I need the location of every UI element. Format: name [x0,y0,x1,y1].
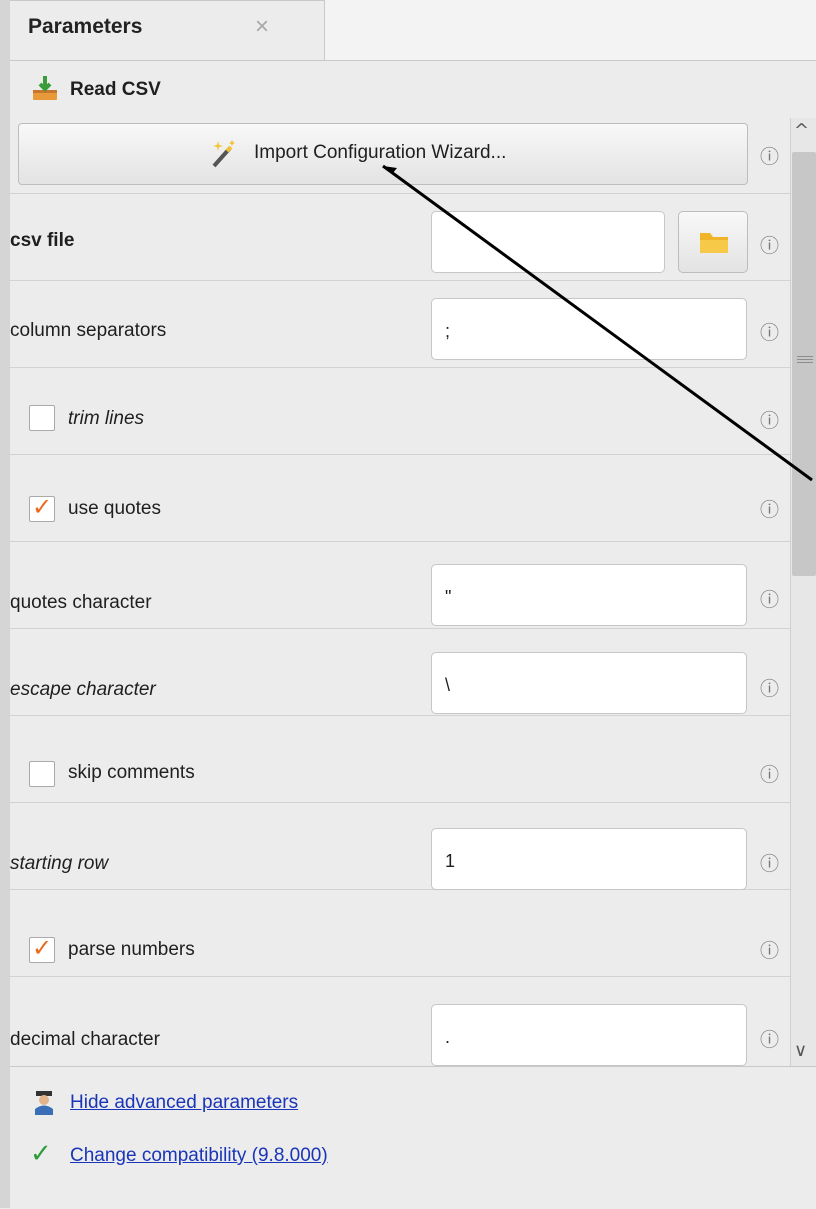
param-row-skip-comments: skip comments ⓘ [10,716,790,803]
operator-header: Read CSV [10,61,816,119]
parameters-panel: Import Configuration Wizard... ⓘ csv fil… [10,118,790,1066]
quotes-character-input[interactable]: " [431,564,747,626]
scroll-down-icon[interactable]: ∨ [794,1040,807,1061]
param-label: skip comments [68,762,195,783]
footer: Hide advanced parameters ✓ Change compat… [10,1066,816,1209]
operator-title: Read CSV [70,79,161,100]
grip-line [797,362,813,363]
browse-file-button[interactable] [678,211,748,273]
param-row-decimal-character: decimal character . ⓘ [10,977,790,1066]
param-row-use-quotes: ✓ use quotes ⓘ [10,455,790,542]
param-row-quotes-character: quotes character " ⓘ [10,542,790,629]
use-quotes-checkbox[interactable]: ✓ [29,493,55,522]
close-icon[interactable]: × [255,13,269,41]
escape-character-input[interactable]: \ [431,652,747,714]
checkmark-icon: ✓ [32,934,53,962]
param-row-trim-lines: trim lines ⓘ [10,368,790,455]
read-csv-icon [33,76,57,100]
hide-advanced-parameters-link[interactable]: Hide advanced parameters [70,1092,298,1114]
param-row-parse-numbers: ✓ parse numbers ⓘ [10,890,790,977]
scroll-up-icon[interactable]: ^ [794,120,809,141]
info-icon[interactable]: ⓘ [760,406,779,433]
info-icon[interactable]: ⓘ [760,674,779,701]
param-row-starting-row: starting row 1 ⓘ [10,803,790,890]
param-label: csv file [10,230,75,251]
checkmark-icon: ✓ [32,493,53,521]
param-row-column-separators: column separators ; ⓘ [10,281,790,368]
column-separators-input[interactable]: ; [431,298,747,360]
checkmark-icon: ✓ [30,1139,52,1169]
wizard-row [10,118,790,194]
param-label: decimal character [10,1029,160,1050]
param-label: starting row [10,853,109,874]
parameters-tab[interactable]: Parameters × [10,0,325,60]
expert-user-icon [35,1091,53,1115]
param-label: column separators [10,320,167,341]
grip-line [797,359,813,360]
info-icon[interactable]: ⓘ [760,231,779,258]
param-label: use quotes [68,498,161,519]
param-label: escape character [10,679,156,700]
trim-lines-checkbox[interactable] [29,405,55,431]
info-icon[interactable]: ⓘ [760,1025,779,1052]
info-icon[interactable]: ⓘ [760,936,779,963]
grip-line [797,356,813,357]
starting-row-input[interactable]: 1 [431,828,747,890]
info-icon[interactable]: ⓘ [760,760,779,787]
info-icon[interactable]: ⓘ [760,585,779,612]
skip-comments-checkbox[interactable] [29,761,55,787]
info-icon[interactable]: ⓘ [760,318,779,345]
param-row-escape-character: escape character \ ⓘ [10,629,790,716]
folder-icon [700,233,728,253]
param-label: trim lines [68,408,145,429]
param-label: parse numbers [68,939,195,960]
csv-file-input[interactable] [431,211,665,273]
change-compatibility-link[interactable]: Change compatibility (9.8.000) [70,1145,328,1167]
vertical-scrollbar[interactable]: ^ ∨ [790,118,816,1066]
param-row-csv-file: csv file ⓘ [10,194,790,281]
decimal-character-input[interactable]: . [431,1004,747,1066]
parse-numbers-checkbox[interactable]: ✓ [29,934,55,963]
scrollbar-thumb[interactable] [792,152,816,576]
tab-title: Parameters [28,15,143,38]
param-label: quotes character [10,592,152,613]
info-icon[interactable]: ⓘ [760,495,779,522]
info-icon[interactable]: ⓘ [760,849,779,876]
